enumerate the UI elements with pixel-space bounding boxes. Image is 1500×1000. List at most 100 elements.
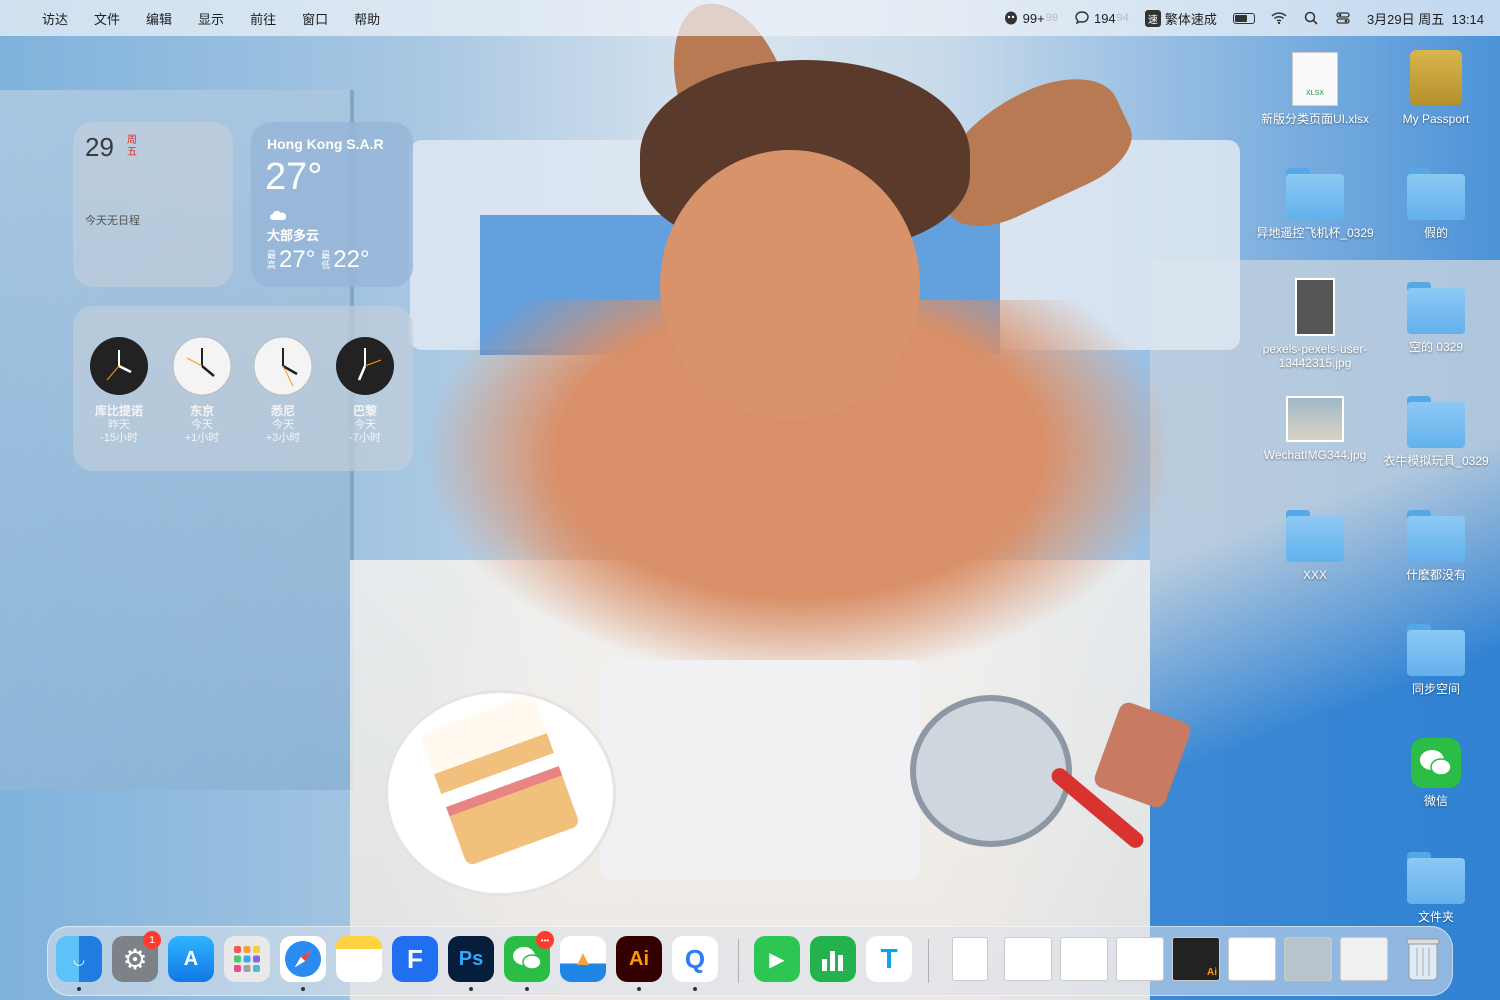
dock-minimized-window-3[interactable]: [1116, 937, 1164, 981]
wallpaper-cup: [1091, 699, 1194, 811]
desktop-folder-nothing[interactable]: 什麽都没有: [1376, 510, 1496, 582]
dock-minimized-window-4[interactable]: [1228, 937, 1276, 981]
dock-meeting[interactable]: Q: [672, 936, 718, 982]
wechat-icon: [1411, 738, 1461, 788]
desktop-app-wechat[interactable]: 微信: [1376, 738, 1496, 808]
dock-safari[interactable]: [280, 936, 326, 982]
weather-city: Hong Kong S.A.R: [267, 136, 384, 152]
desktop-drive-my-passport[interactable]: My Passport: [1376, 50, 1496, 126]
menu-edit[interactable]: 编辑: [146, 9, 172, 28]
dock-facetime[interactable]: ▶: [754, 936, 800, 982]
world-clock-widget[interactable]: 库比提诺 昨天 -15小时 东京 今天 +1小时 悉尼 今天 +3小时 巴黎 今…: [73, 306, 413, 471]
desktop-file-jpg-wechat[interactable]: WechatIMG344.jpg: [1255, 396, 1375, 462]
dock-app-store[interactable]: A: [168, 936, 214, 982]
wallpaper-hair: [640, 60, 970, 250]
dock-minimized-wechat[interactable]: [1340, 937, 1388, 981]
dock-minimized-document[interactable]: [952, 937, 988, 981]
input-method-item[interactable]: 速 繁体速成: [1144, 9, 1217, 28]
menu-go[interactable]: 前往: [250, 9, 276, 28]
app-menu[interactable]: 访达: [42, 9, 68, 28]
menubar-clock[interactable]: 3月29日 周五 13:14: [1367, 9, 1484, 28]
compass-icon: [285, 941, 321, 977]
dock-taptap[interactable]: T: [866, 936, 912, 982]
gear-icon: ⚙: [122, 943, 148, 975]
desktop-icon-label: pexels-pexels-user-13442315.jpg: [1262, 342, 1368, 370]
image-thumbnail-icon: [1295, 278, 1335, 336]
dock-minimized-window-2[interactable]: [1060, 937, 1108, 981]
external-drive-icon: [1410, 50, 1462, 106]
desktop-icon-label: 空的 0329: [1408, 340, 1464, 354]
dock-trash[interactable]: [1400, 936, 1446, 982]
dock-separator: [928, 939, 929, 983]
menu-view[interactable]: 显示: [198, 9, 224, 28]
dock-launchpad[interactable]: [224, 936, 270, 982]
clock-sydney: 悉尼 今天 +3小时: [243, 336, 323, 445]
running-indicator: [693, 987, 697, 991]
dock-separator: [738, 939, 739, 983]
battery-status[interactable]: [1232, 12, 1255, 24]
message-status-item[interactable]: 194 94: [1074, 10, 1129, 26]
desktop-folder-fake[interactable]: 假的: [1376, 168, 1496, 240]
weather-high-low: 最高 27° 最低 22°: [267, 246, 370, 274]
menu-help[interactable]: 帮助: [354, 9, 380, 28]
qq-unread-count: 99+: [1022, 10, 1045, 26]
calendar-widget[interactable]: 29 周五 今天无日程: [73, 122, 233, 287]
dock-minimized-window-1[interactable]: [1004, 937, 1052, 981]
clock-offset: -7小时: [349, 432, 381, 444]
wallpaper-pan: [910, 695, 1072, 847]
spotlight-button[interactable]: [1303, 10, 1319, 26]
dock-photoshop[interactable]: Ps: [448, 936, 494, 982]
feishu-icon: F: [407, 943, 423, 974]
notification-badge: 1: [143, 931, 161, 949]
input-method-label: 繁体速成: [1164, 11, 1217, 27]
wifi-status[interactable]: [1271, 10, 1287, 26]
desktop-icon-label: 假的: [1423, 226, 1448, 240]
dock-notes[interactable]: [336, 936, 382, 982]
calendar-day: 29: [85, 132, 114, 162]
analog-clock-icon: [336, 337, 394, 395]
clock-offset: +1小时: [184, 432, 220, 444]
menu-file[interactable]: 文件: [94, 9, 120, 28]
dock-illustrator[interactable]: Ai: [616, 936, 662, 982]
wallpaper-pan-handle: [1048, 764, 1147, 852]
notification-badge: •••: [536, 931, 554, 949]
wallpaper-character-body: [420, 300, 1180, 680]
desktop-sync-space[interactable]: 同步空间: [1376, 624, 1496, 696]
dock-minimized-illustrator[interactable]: Ai: [1172, 937, 1220, 981]
qq-icon: [1004, 11, 1017, 25]
desktop-icon-label: WechatIMG344.jpg: [1263, 448, 1367, 462]
desktop-icon-label: My Passport: [1402, 112, 1470, 126]
dock-numbers[interactable]: [810, 936, 856, 982]
desktop-file-jpg-pexels[interactable]: pexels-pexels-user-13442315.jpg: [1255, 278, 1375, 370]
analog-clock-icon: [90, 337, 148, 395]
dock: ◡ ⚙ 1 A F Ps ••• ▲ Ai Q ▶ T Ai: [47, 926, 1453, 996]
desktop-folder-generic[interactable]: 文件夹: [1376, 852, 1496, 924]
qq-status-item[interactable]: 99+ 99: [1003, 10, 1058, 26]
finder-icon: ◡: [73, 950, 85, 967]
dock-feishu[interactable]: F: [392, 936, 438, 982]
running-indicator: [525, 987, 529, 991]
dock-minimized-photo[interactable]: [1284, 937, 1332, 981]
folder-icon: [1286, 168, 1344, 220]
dock-keynote[interactable]: ▲: [560, 936, 606, 982]
dock-finder[interactable]: ◡: [56, 936, 102, 982]
control-center-button[interactable]: [1335, 10, 1351, 26]
taptap-icon: T: [880, 943, 898, 974]
wallpaper-ear: [916, 57, 1144, 243]
clock-city: 库比提诺: [94, 404, 143, 418]
desktop-file-xlsx[interactable]: XLSX 新版分类页面UI.xlsx: [1255, 52, 1375, 126]
folder-icon: [1407, 396, 1465, 448]
desktop-folder-toy[interactable]: 衣牛模拟玩具_0329: [1376, 396, 1496, 468]
weather-widget[interactable]: Hong Kong S.A.R 27° 大部多云 最高 27° 最低 22°: [251, 122, 413, 287]
desktop-folder-empty[interactable]: 空的 0329: [1376, 282, 1496, 354]
running-indicator: [77, 987, 81, 991]
clock-city: 东京: [189, 404, 214, 418]
input-method-badge: 速: [1144, 9, 1161, 27]
menu-window[interactable]: 窗口: [302, 9, 328, 28]
desktop-folder-xxx[interactable]: XXX: [1255, 510, 1375, 582]
illustrator-icon: Ai: [629, 947, 649, 970]
desktop-folder-remote[interactable]: 异地遥控飞机杯_0329: [1255, 168, 1375, 240]
analog-clock-icon: [253, 336, 313, 396]
desktop-icon-label: 什麽都没有: [1405, 568, 1466, 582]
weather-temperature: 27°: [265, 156, 323, 198]
